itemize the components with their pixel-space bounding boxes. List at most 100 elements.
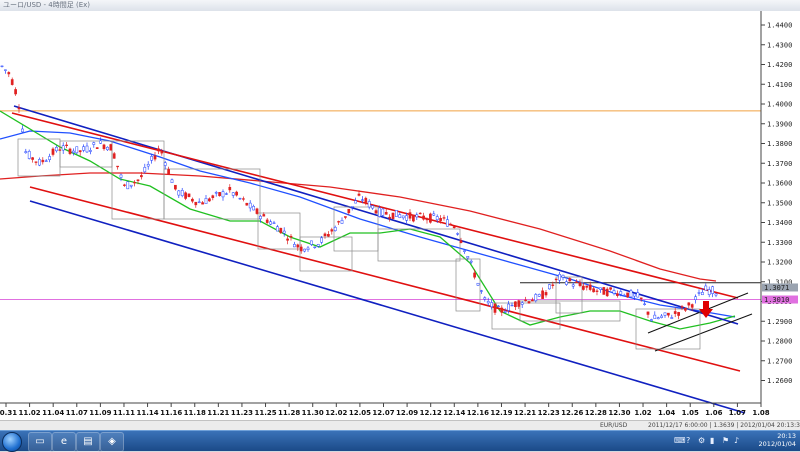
candle-body	[323, 233, 327, 237]
candle-body	[432, 213, 436, 216]
help-icon[interactable]: ?	[686, 436, 690, 445]
mt4-icon[interactable]: ◈	[100, 432, 124, 452]
price-chart[interactable]: 1.4400 1.4300 1.4200 1.4100 1.4000 1.3900 1.38…	[0, 11, 800, 420]
candle-body	[24, 151, 28, 153]
flag-icon[interactable]: ⚑	[722, 436, 729, 445]
clock[interactable]: 20:13 2012/01/04	[759, 432, 796, 448]
volume-icon[interactable]: ♪	[734, 436, 739, 445]
candle-body	[58, 149, 62, 151]
explorer-icon[interactable]: ▤	[76, 432, 100, 452]
candle-body	[558, 274, 561, 281]
candle-body	[378, 207, 381, 217]
date-tick-label: 11.02	[19, 409, 41, 417]
date-tick-label: 12.28	[585, 409, 607, 417]
candle-body	[599, 287, 602, 290]
candle-body	[422, 215, 425, 220]
candle-body	[286, 238, 289, 241]
candle-body	[701, 292, 704, 296]
candle-body	[592, 288, 595, 293]
candle-body	[225, 193, 228, 195]
date-tick-label: 12.16	[467, 409, 489, 417]
date-tick-label: 1.06	[705, 409, 722, 417]
candle-body	[344, 216, 347, 218]
date-tick-label: 11.11	[113, 409, 135, 417]
candle-body	[259, 215, 262, 220]
candle-body	[85, 145, 89, 153]
candle-body	[109, 144, 113, 151]
candle-body	[626, 292, 629, 298]
candle-body	[184, 192, 187, 199]
candle-body	[157, 148, 160, 152]
candle-body	[231, 192, 235, 196]
candle-body	[524, 299, 527, 301]
candle-body	[622, 294, 626, 297]
candle-body	[282, 230, 286, 234]
candle-body	[0, 65, 4, 67]
candle-body	[4, 69, 7, 71]
ie-icon[interactable]: e	[52, 432, 76, 452]
candle-body	[537, 294, 541, 297]
settings-icon[interactable]: ⚙	[698, 436, 705, 445]
chart-canvas[interactable]: 1.4400 1.4300 1.4200 1.4100 1.4000 1.3900 1.38…	[0, 11, 800, 420]
arrow-shaft	[703, 301, 709, 310]
candle-body	[520, 302, 524, 305]
current-price-tag: 1.3071	[764, 284, 789, 292]
candle-body	[395, 210, 398, 217]
candle-body	[310, 240, 313, 245]
candle-body	[279, 227, 283, 234]
candle-body	[126, 181, 130, 190]
candle-body	[435, 216, 439, 220]
keyboard-icon[interactable]: ⌨	[674, 436, 686, 445]
candle-body	[116, 165, 119, 168]
price-tick-label: 1.3600	[767, 180, 792, 188]
candle-body	[707, 289, 711, 295]
price-tick-label: 1.4200	[767, 61, 792, 69]
candle-body	[119, 174, 123, 178]
candle-body	[136, 179, 140, 181]
candle-body	[619, 291, 623, 295]
candle-body	[41, 159, 45, 163]
candle-body	[214, 192, 218, 194]
candle-body	[123, 184, 126, 186]
candle-body	[490, 302, 493, 308]
candle-body	[7, 72, 11, 75]
candle-body	[503, 311, 507, 313]
candle-body	[663, 312, 667, 316]
start-button[interactable]	[2, 432, 22, 452]
candle-body	[347, 208, 351, 214]
candle-body	[660, 315, 663, 318]
candle-body	[327, 234, 330, 237]
price-tick-label: 1.2800	[767, 338, 792, 346]
candle-body	[575, 281, 578, 283]
candle-body	[218, 192, 221, 197]
candle-body	[21, 128, 24, 133]
candle-body	[330, 229, 334, 232]
date-tick-label: 10.31	[0, 409, 17, 417]
candle-body	[354, 200, 357, 204]
candle-body	[616, 293, 619, 296]
range-boxes	[17, 138, 701, 350]
price-tick-label: 1.3500	[767, 199, 792, 207]
candle-body	[680, 306, 684, 308]
system-tray: ⌨ ? ⚙ ▮ ⚑ ♪ 20:13 2012/01/04	[670, 431, 800, 451]
candle-body	[486, 301, 490, 304]
candle-body	[476, 282, 480, 286]
date-tick-label: 11.14	[136, 409, 158, 417]
candle-body	[408, 212, 412, 219]
candle-body	[211, 195, 215, 199]
network-icon[interactable]: ▮	[710, 436, 714, 445]
candle-body	[112, 153, 116, 159]
candle-body	[313, 246, 317, 249]
candle-body	[694, 296, 697, 300]
candle-body	[320, 237, 323, 243]
clock-time: 20:13	[777, 432, 796, 440]
candle-body	[170, 179, 174, 183]
candle-body	[65, 144, 68, 147]
date-tick-label: 12.14	[443, 409, 465, 417]
folder-glyph: ▭	[35, 436, 45, 447]
folder-icon[interactable]: ▭	[28, 432, 52, 452]
candle-body	[31, 157, 34, 160]
candle-body	[405, 215, 408, 221]
price-tick-label: 1.4300	[767, 41, 792, 49]
candle-body	[248, 202, 252, 209]
